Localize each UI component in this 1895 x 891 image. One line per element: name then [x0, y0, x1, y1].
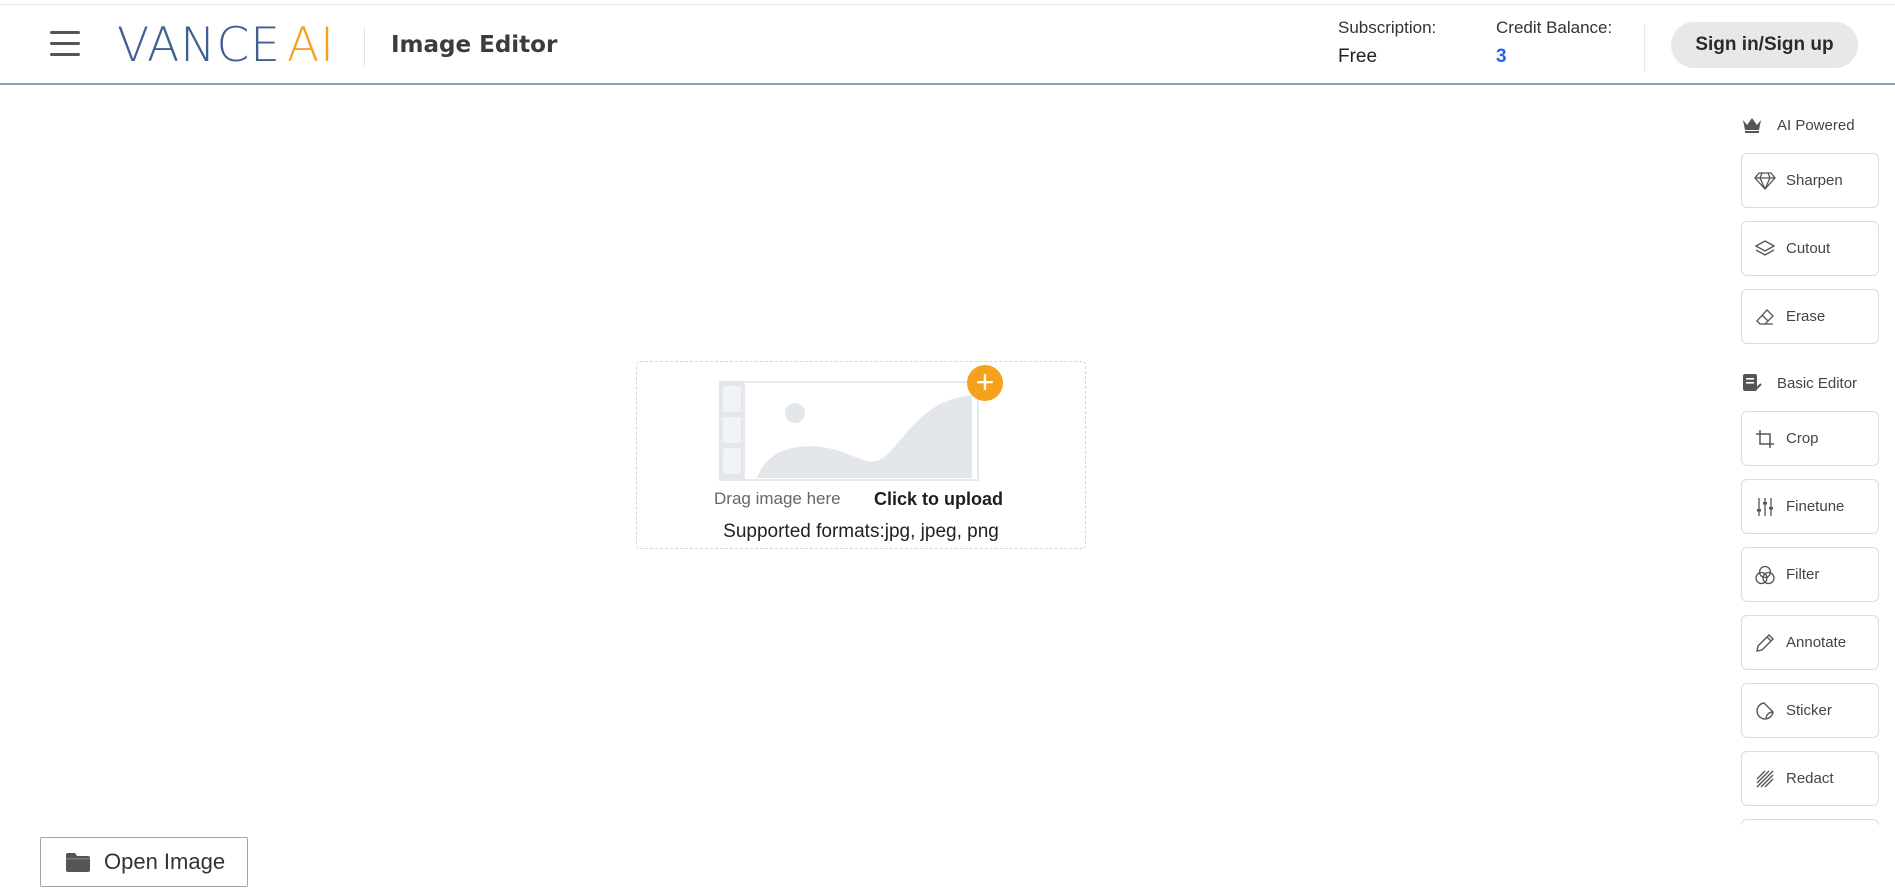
tools-panel: AI Powered Sharpen Cutout Erase Basic Ed…: [1730, 110, 1895, 825]
crop-icon: [1754, 428, 1776, 450]
tool-filter[interactable]: Filter: [1741, 547, 1879, 602]
sticker-icon: [1754, 700, 1776, 722]
tool-erase[interactable]: Erase: [1741, 289, 1879, 344]
tool-redact[interactable]: Redact: [1741, 751, 1879, 806]
crown-icon: [1741, 114, 1763, 136]
subscription-value: Free: [1338, 46, 1378, 67]
section-ai-label: AI Powered: [1777, 116, 1855, 134]
app-header: VANCE AI Image Editor Subscription: Free …: [0, 5, 1895, 85]
page-title: Image Editor: [391, 32, 558, 58]
open-image-button[interactable]: Open Image: [40, 837, 248, 887]
diamond-icon: [1754, 170, 1776, 192]
pencil-icon: [1754, 632, 1776, 654]
credit-balance-label: Credit Balance:: [1496, 18, 1613, 37]
tool-cutout[interactable]: Cutout: [1741, 221, 1879, 276]
tool-annotate-label: Annotate: [1786, 634, 1847, 651]
tool-erase-label: Erase: [1786, 308, 1826, 325]
tool-next-partial[interactable]: [1741, 819, 1879, 825]
tool-crop-label: Crop: [1786, 430, 1819, 447]
subscription-label: Subscription:: [1338, 18, 1437, 37]
tool-finetune[interactable]: Finetune: [1741, 479, 1879, 534]
vanceai-logo[interactable]: VANCE AI: [117, 21, 335, 71]
drag-hint: Drag image here: [714, 489, 841, 508]
upload-dropzone[interactable]: + Drag image here Click to upload Suppor…: [636, 361, 1086, 549]
redact-icon: [1754, 768, 1776, 790]
tool-sticker-label: Sticker: [1786, 702, 1832, 719]
layers-icon: [1754, 238, 1776, 260]
tool-filter-label: Filter: [1786, 566, 1820, 583]
note-edit-icon: [1741, 372, 1763, 394]
sign-in-button[interactable]: Sign in/Sign up: [1671, 22, 1858, 68]
tool-sticker[interactable]: Sticker: [1741, 683, 1879, 738]
tool-redact-label: Redact: [1786, 770, 1834, 787]
header-divider: [364, 27, 365, 67]
tool-finetune-label: Finetune: [1786, 498, 1845, 515]
header-divider-right: [1644, 25, 1645, 71]
eraser-icon: [1754, 306, 1776, 328]
tool-sharpen-label: Sharpen: [1786, 172, 1843, 189]
film-strip-icon: [719, 381, 745, 481]
tool-sharpen[interactable]: Sharpen: [1741, 153, 1879, 208]
menu-icon[interactable]: [50, 31, 80, 57]
mountain-icon: [757, 395, 972, 478]
add-image-icon[interactable]: +: [967, 365, 1003, 401]
tool-crop[interactable]: Crop: [1741, 411, 1879, 466]
logo-accent-text: AI: [286, 18, 335, 73]
section-basic-editor: Basic Editor: [1741, 371, 1857, 395]
supported-formats: Supported formats:jpg, jpeg, png: [723, 521, 999, 542]
logo-main-text: VANCE: [117, 18, 281, 73]
click-to-upload-link[interactable]: Click to upload: [874, 489, 1003, 510]
tool-annotate[interactable]: Annotate: [1741, 615, 1879, 670]
tool-cutout-label: Cutout: [1786, 240, 1831, 257]
sliders-icon: [1754, 496, 1776, 518]
section-basic-label: Basic Editor: [1777, 374, 1858, 392]
open-image-label: Open Image: [104, 849, 226, 874]
credit-balance-value: 3: [1496, 46, 1507, 67]
folder-icon: [65, 851, 91, 873]
filter-circles-icon: [1754, 564, 1776, 586]
section-ai-powered: AI Powered: [1741, 113, 1855, 137]
